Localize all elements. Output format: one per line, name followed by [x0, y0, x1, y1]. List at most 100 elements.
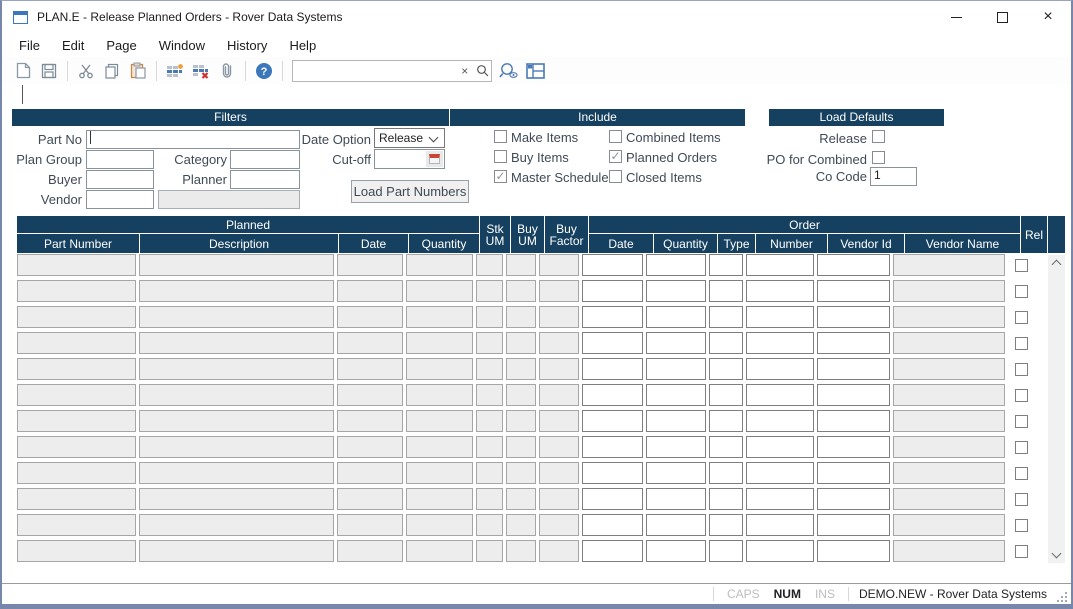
cell-order-date[interactable]	[582, 514, 643, 536]
cell-order-quantity[interactable]	[646, 514, 706, 536]
rel-checkbox[interactable]	[1015, 415, 1028, 428]
cell-order-type[interactable]	[709, 436, 743, 458]
table-scrollbar[interactable]	[1048, 255, 1065, 563]
resize-grip[interactable]	[1055, 590, 1069, 604]
buyer-input[interactable]	[86, 170, 154, 189]
rel-checkbox[interactable]	[1015, 441, 1028, 454]
rel-checkbox[interactable]	[1015, 519, 1028, 532]
planner-input[interactable]	[230, 170, 300, 189]
cell-order-type[interactable]	[709, 280, 743, 302]
cell-vendor-id[interactable]	[817, 436, 890, 458]
cell-order-quantity[interactable]	[646, 358, 706, 380]
cell-order-number[interactable]	[746, 514, 814, 536]
cell-order-date[interactable]	[582, 410, 643, 432]
menu-history[interactable]: History	[216, 35, 278, 56]
cell-order-date[interactable]	[582, 488, 643, 510]
rel-checkbox[interactable]	[1015, 285, 1028, 298]
maximize-button[interactable]	[979, 1, 1025, 33]
co-code-input[interactable]: 1	[870, 167, 917, 186]
cell-vendor-id[interactable]	[817, 254, 890, 276]
vendor-input[interactable]	[86, 190, 154, 209]
layout-button[interactable]	[525, 61, 545, 81]
cell-order-quantity[interactable]	[646, 488, 706, 510]
scroll-down-button[interactable]	[1048, 547, 1065, 563]
new-document-button[interactable]	[13, 61, 33, 81]
delete-rows-button[interactable]	[191, 61, 211, 81]
cell-vendor-id[interactable]	[817, 332, 890, 354]
cell-order-date[interactable]	[582, 436, 643, 458]
cutoff-calendar-button[interactable]	[426, 151, 443, 167]
cell-vendor-id[interactable]	[817, 514, 890, 536]
cell-order-number[interactable]	[746, 384, 814, 406]
search-input[interactable]	[293, 62, 456, 80]
search-icon[interactable]	[474, 64, 492, 77]
cell-vendor-id[interactable]	[817, 358, 890, 380]
cell-order-quantity[interactable]	[646, 254, 706, 276]
save-button[interactable]	[39, 61, 59, 81]
cell-order-type[interactable]	[709, 540, 743, 562]
menu-file[interactable]: File	[8, 35, 51, 56]
cell-order-number[interactable]	[746, 358, 814, 380]
cell-order-type[interactable]	[709, 306, 743, 328]
cell-order-number[interactable]	[746, 410, 814, 432]
cell-order-type[interactable]	[709, 332, 743, 354]
rel-checkbox[interactable]	[1015, 311, 1028, 324]
rel-checkbox[interactable]	[1015, 545, 1028, 558]
cell-vendor-id[interactable]	[817, 488, 890, 510]
cell-order-type[interactable]	[709, 358, 743, 380]
master-schedule-checkbox[interactable]	[494, 170, 507, 183]
cell-order-number[interactable]	[746, 436, 814, 458]
make-items-checkbox[interactable]	[494, 130, 507, 143]
rel-checkbox[interactable]	[1015, 467, 1028, 480]
release-checkbox[interactable]	[872, 130, 885, 143]
cutoff-input[interactable]	[374, 149, 445, 169]
date-option-select[interactable]: Release	[374, 128, 445, 148]
cell-vendor-id[interactable]	[817, 540, 890, 562]
po-for-combined-checkbox[interactable]	[872, 151, 885, 164]
rel-checkbox[interactable]	[1015, 259, 1028, 272]
cell-order-date[interactable]	[582, 306, 643, 328]
search-clear-icon[interactable]: ×	[456, 64, 474, 78]
part-no-input[interactable]	[86, 130, 300, 149]
paste-button[interactable]	[128, 61, 148, 81]
cell-order-type[interactable]	[709, 488, 743, 510]
cell-order-quantity[interactable]	[646, 462, 706, 484]
cell-order-number[interactable]	[746, 280, 814, 302]
toolbar-search-box[interactable]: ×	[292, 60, 492, 82]
cell-vendor-id[interactable]	[817, 384, 890, 406]
menu-edit[interactable]: Edit	[51, 35, 95, 56]
cell-vendor-id[interactable]	[817, 306, 890, 328]
buy-items-checkbox[interactable]	[494, 150, 507, 163]
cell-order-number[interactable]	[746, 462, 814, 484]
close-button[interactable]: ×	[1025, 1, 1071, 33]
scroll-up-button[interactable]	[1048, 255, 1065, 271]
plan-group-input[interactable]	[86, 150, 154, 169]
cell-order-date[interactable]	[582, 358, 643, 380]
cell-vendor-id[interactable]	[817, 280, 890, 302]
cell-vendor-id[interactable]	[817, 462, 890, 484]
cell-order-number[interactable]	[746, 488, 814, 510]
help-button[interactable]: ?	[254, 61, 274, 81]
cell-order-quantity[interactable]	[646, 332, 706, 354]
combined-items-checkbox[interactable]	[609, 130, 622, 143]
cell-order-type[interactable]	[709, 410, 743, 432]
cell-vendor-id[interactable]	[817, 410, 890, 432]
menu-page[interactable]: Page	[95, 35, 147, 56]
cell-order-quantity[interactable]	[646, 410, 706, 432]
cell-order-type[interactable]	[709, 254, 743, 276]
cell-order-quantity[interactable]	[646, 540, 706, 562]
cut-button[interactable]	[76, 61, 96, 81]
advanced-search-button[interactable]	[499, 61, 519, 81]
insert-rows-button[interactable]	[165, 61, 185, 81]
minimize-button[interactable]	[933, 1, 979, 33]
cell-order-date[interactable]	[582, 280, 643, 302]
cell-order-quantity[interactable]	[646, 306, 706, 328]
cell-order-quantity[interactable]	[646, 436, 706, 458]
cell-order-number[interactable]	[746, 306, 814, 328]
rel-checkbox[interactable]	[1015, 337, 1028, 350]
menu-window[interactable]: Window	[148, 35, 216, 56]
cell-order-quantity[interactable]	[646, 384, 706, 406]
cell-order-type[interactable]	[709, 514, 743, 536]
cell-order-date[interactable]	[582, 254, 643, 276]
attachment-button[interactable]	[217, 61, 237, 81]
